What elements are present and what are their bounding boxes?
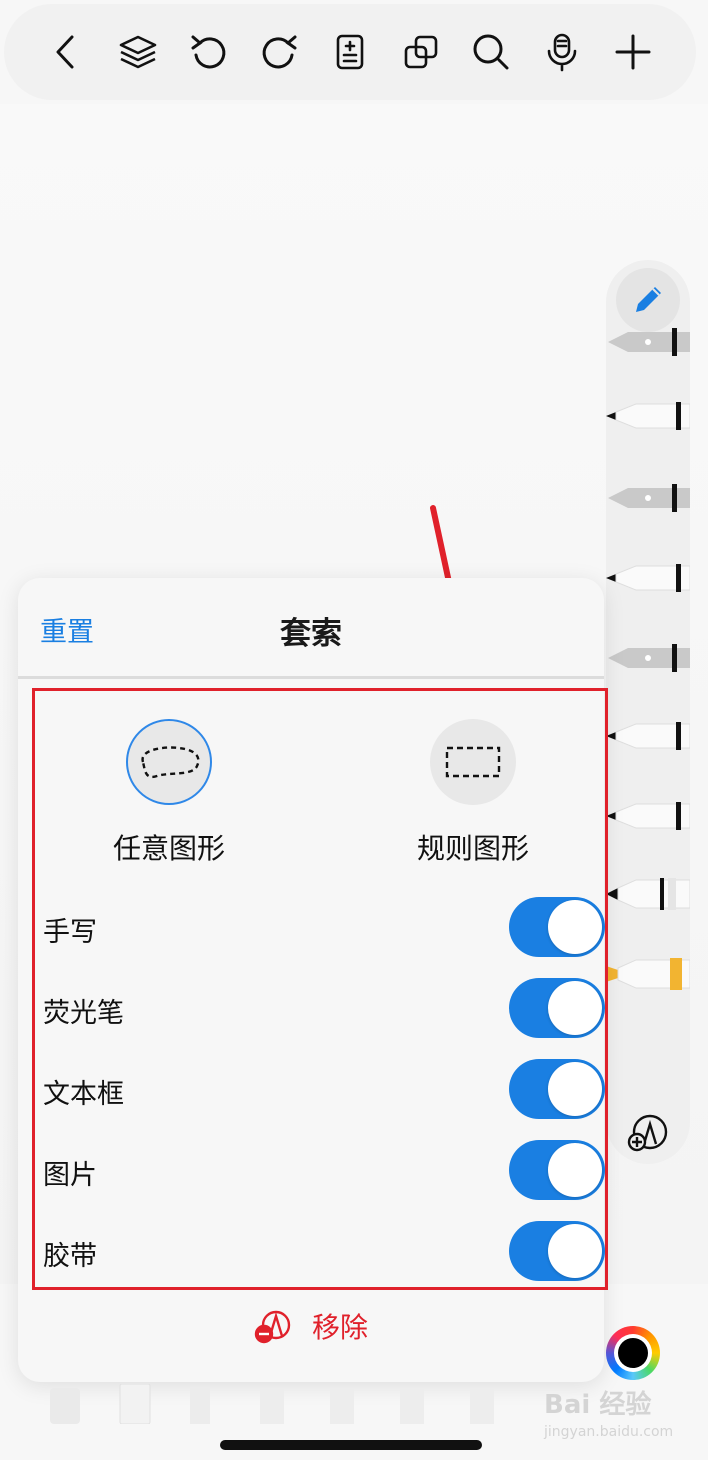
toggle-row-image: 图片 <box>35 1140 605 1202</box>
toggle-label: 文本框 <box>43 1079 124 1110</box>
toggle-row-highlighter: 荧光笔 <box>35 978 605 1040</box>
remove-label: 移除 <box>311 1311 368 1344</box>
fountain-pen-tool[interactable] <box>606 322 690 362</box>
fountain-pen-tool-2[interactable] <box>606 478 690 518</box>
lasso-settings-panel: 重置 套索 任意图形 规则图形 手写 荧光笔 文本框 图片 胶带 移除 <box>18 578 608 1382</box>
ballpoint-pen-tool[interactable] <box>606 396 690 436</box>
color-picker-button[interactable] <box>606 1326 660 1380</box>
toggle-row-textbox: 文本框 <box>35 1059 605 1121</box>
current-color-swatch <box>618 1338 648 1368</box>
duplicate-icon[interactable] <box>395 26 447 78</box>
watermark-text: Bai 经验 <box>544 1390 652 1420</box>
image-switch[interactable] <box>509 1140 605 1200</box>
toggle-row-handwriting: 手写 <box>35 897 605 959</box>
rectangle-lasso-option[interactable]: 规则图形 <box>363 719 583 867</box>
remove-icon <box>254 1310 291 1344</box>
freeform-lasso-option[interactable]: 任意图形 <box>59 719 279 867</box>
highlighter-tool[interactable] <box>606 954 690 994</box>
header-divider <box>18 676 604 679</box>
ballpoint-pen-tool-4[interactable] <box>606 796 690 836</box>
panel-title: 套索 <box>280 616 342 652</box>
toggle-row-tape: 胶带 <box>35 1221 605 1283</box>
annotation-highlight-box: 任意图形 规则图形 手写 荧光笔 文本框 图片 胶带 <box>32 688 608 1290</box>
microphone-icon[interactable] <box>536 26 588 78</box>
panel-header: 重置 套索 <box>18 578 604 676</box>
page-add-icon[interactable] <box>324 26 376 78</box>
pen-tool-rail <box>606 260 690 1164</box>
redo-icon[interactable] <box>253 26 305 78</box>
rectangle-lasso-label: 规则图形 <box>416 832 529 865</box>
undo-icon[interactable] <box>183 26 235 78</box>
baidu-watermark: Bai 经验 jingyan.baidu.com <box>544 1380 674 1450</box>
toggle-label: 手写 <box>43 917 97 948</box>
add-pen-icon[interactable] <box>624 1108 672 1156</box>
highlighter-switch[interactable] <box>509 978 605 1038</box>
back-icon[interactable] <box>41 26 93 78</box>
freeform-lasso-icon <box>126 719 212 805</box>
ballpoint-pen-tool-3[interactable] <box>606 716 690 756</box>
handwriting-switch[interactable] <box>509 897 605 957</box>
plus-icon[interactable] <box>607 26 659 78</box>
toggle-label: 图片 <box>43 1160 97 1191</box>
search-icon[interactable] <box>465 26 517 78</box>
top-toolbar <box>4 4 696 100</box>
toggle-label: 胶带 <box>43 1241 97 1272</box>
tape-switch[interactable] <box>509 1221 605 1281</box>
layers-icon[interactable] <box>112 26 164 78</box>
rectangle-lasso-icon <box>430 719 516 805</box>
freeform-lasso-label: 任意图形 <box>112 832 225 865</box>
toggle-label: 荧光笔 <box>43 998 124 1029</box>
watermark-url: jingyan.baidu.com <box>544 1424 674 1440</box>
marker-tool[interactable] <box>606 874 690 914</box>
ballpoint-pen-tool-2[interactable] <box>606 558 690 598</box>
home-indicator[interactable] <box>220 1440 482 1450</box>
textbox-switch[interactable] <box>509 1059 605 1119</box>
fountain-pen-tool-3[interactable] <box>606 638 690 678</box>
remove-button[interactable]: 移除 <box>18 1306 604 1346</box>
